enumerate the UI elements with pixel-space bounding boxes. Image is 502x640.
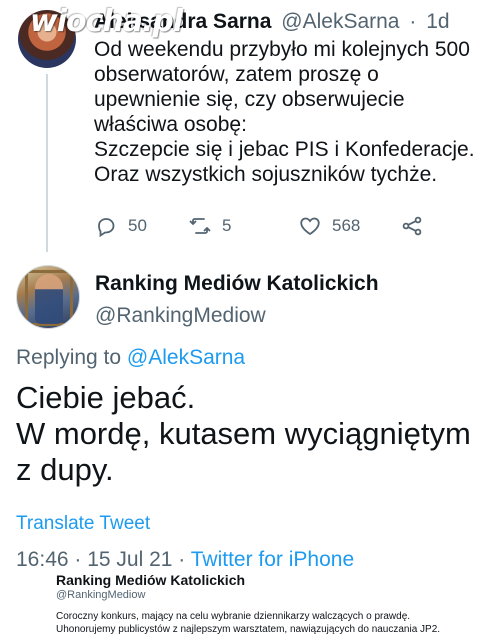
profile-card: Ranking Mediów Katolickich @RankingMedio… (41, 566, 502, 640)
avatar-figure (35, 274, 63, 324)
translate-tweet-link[interactable]: Translate Tweet (16, 513, 150, 535)
share-icon (402, 216, 422, 236)
tweet2-display-name[interactable]: Ranking Mediów Katolickich (95, 272, 379, 296)
tweet1-time[interactable]: 1d (426, 10, 449, 33)
replying-prefix: Replying to (16, 346, 122, 369)
retweet-count: 5 (222, 216, 232, 235)
heart-icon (300, 217, 320, 236)
replying-to: Replying to @AlekSarna (16, 346, 245, 370)
tweet1-actions: 50 5 568 (94, 214, 434, 244)
profile-card-handle: @RankingMediow (56, 589, 146, 601)
tweet1-separator: · (409, 10, 417, 33)
profile-card-name: Ranking Mediów Katolickich (56, 572, 246, 588)
like-button[interactable]: 568 (298, 214, 360, 238)
watermark: wiocha.pl (30, 4, 183, 39)
retweet-icon (189, 218, 211, 234)
retweet-button[interactable]: 5 (188, 214, 231, 238)
tweet2-handle[interactable]: @RankingMediow (95, 304, 266, 328)
profile-card-bio: Coroczny konkurs, mający na celu wybrani… (56, 611, 441, 635)
tweet1-handle[interactable]: @AlekSarna (281, 10, 399, 33)
reply-icon (98, 218, 115, 238)
reply-button[interactable]: 50 (94, 214, 147, 238)
tweet1-text: Od weekendu przybyło mi kolejnych 500 ob… (94, 38, 475, 186)
avatar-ranking[interactable] (16, 265, 80, 329)
replying-mention[interactable]: @AlekSarna (127, 346, 245, 369)
reply-count: 50 (128, 216, 147, 235)
tweet2-text: Ciebie jebać. W mordę, kutasem wyciągnię… (16, 380, 471, 487)
share-button[interactable] (400, 214, 434, 238)
thread-line (46, 74, 48, 252)
like-count: 568 (332, 216, 361, 235)
